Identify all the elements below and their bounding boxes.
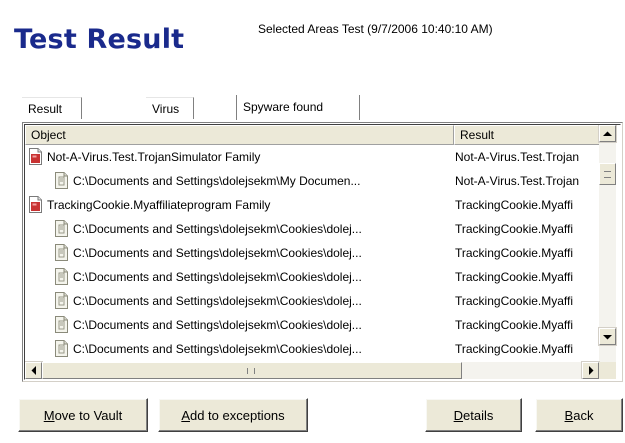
object-text: C:\Documents and Settings\dolejsekm\Cook… [73,270,362,284]
back-button[interactable]: Back [535,398,623,432]
add-to-exceptions-accel: A [181,407,190,423]
result-cell: TrackingCookie.Myaffi [455,294,574,308]
blank-document-icon [54,340,69,358]
object-cell: C:\Documents and Settings\dolejsekm\Cook… [25,289,482,313]
details-button[interactable]: Details [425,398,522,432]
result-cell: Not-A-Virus.Test.Trojan [455,174,580,188]
object-cell: C:\Documents and Settings\dolejsekm\Cook… [25,241,482,265]
list-rows: Not-A-Virus.Test.TrojanSimulator Family N… [25,145,599,362]
move-to-vault-button[interactable]: Move to Vault [18,398,148,432]
details-accel: D [453,407,464,423]
object-text: C:\Documents and Settings\dolejsekm\Cook… [73,222,362,236]
add-to-exceptions-button[interactable]: Add to exceptions [158,398,308,432]
page-title: Test Result [14,24,185,55]
object-text: C:\Documents and Settings\dolejsekm\Cook… [73,318,362,332]
tab-result-overview[interactable]: Result overview [22,97,83,138]
object-cell: C:\Documents and Settings\dolejsekm\Cook… [25,337,482,361]
result-cell: TrackingCookie.Myaffi [455,270,574,284]
result-cell: TrackingCookie.Myaffi [455,246,574,260]
table-row[interactable]: C:\Documents and Settings\dolejsekm\My D… [25,169,599,193]
blank-document-icon [54,220,69,238]
table-row[interactable]: C:\Documents and Settings\dolejsekm\Cook… [25,337,599,361]
object-text: Not-A-Virus.Test.TrojanSimulator Family [47,150,261,164]
scrollbar-corner [599,362,616,379]
vertical-scroll-thumb[interactable] [599,163,616,185]
vertical-scrollbar[interactable] [598,125,617,362]
scroll-down-arrow-icon[interactable] [598,327,617,346]
object-text: C:\Documents and Settings\dolejsekm\Cook… [73,246,362,260]
move-to-vault-accel: M [43,407,55,423]
details-label: etails [463,407,494,423]
table-row[interactable]: C:\Documents and Settings\dolejsekm\Cook… [25,217,599,241]
object-cell: Not-A-Virus.Test.TrojanSimulator Family [25,145,456,169]
result-cell: TrackingCookie.Myaffi [455,222,574,236]
scroll-left-arrow-icon[interactable] [25,361,43,379]
table-row[interactable]: C:\Documents and Settings\dolejsekm\Cook… [25,265,599,289]
table-row[interactable]: TrackingCookie.Myaffiliateprogram Family… [25,193,599,217]
object-cell: C:\Documents and Settings\dolejsekm\Cook… [25,313,482,337]
table-row[interactable]: Not-A-Virus.Test.TrojanSimulator Family N… [25,145,599,169]
blank-document-icon [54,244,69,262]
back-label: ack [573,407,594,423]
horizontal-scrollbar[interactable] [25,361,600,379]
table-row[interactable]: C:\Documents and Settings\dolejsekm\Cook… [25,241,599,265]
list-header: Object Result [25,125,620,145]
object-text: TrackingCookie.Myaffiliateprogram Family [47,198,271,212]
object-cell: TrackingCookie.Myaffiliateprogram Family [25,193,456,217]
result-cell: TrackingCookie.Myaffi [455,342,574,356]
object-cell: C:\Documents and Settings\dolejsekm\My D… [25,169,482,193]
table-row[interactable]: C:\Documents and Settings\dolejsekm\Cook… [25,289,599,313]
blank-document-icon [54,268,69,286]
object-text: C:\Documents and Settings\dolejsekm\Cook… [73,294,362,308]
column-header-result[interactable]: Result [454,125,600,145]
scroll-right-arrow-icon[interactable] [581,361,600,379]
result-cell: TrackingCookie.Myaffi [455,318,574,332]
object-cell: C:\Documents and Settings\dolejsekm\Cook… [25,265,482,289]
blank-document-icon [54,172,69,190]
object-text: C:\Documents and Settings\dolejsekm\My D… [73,174,361,188]
red-document-icon [28,196,43,214]
object-text: C:\Documents and Settings\dolejsekm\Cook… [73,342,362,356]
scroll-up-arrow-icon[interactable] [598,125,617,143]
column-header-object[interactable]: Object [25,125,454,145]
horizontal-scroll-thumb[interactable] [42,362,462,379]
result-cell: Not-A-Virus.Test.Trojan [455,150,580,164]
red-document-icon [28,148,43,166]
test-subtitle: Selected Areas Test (9/7/2006 10:40:10 A… [258,22,493,36]
move-to-vault-label: ove to Vault [54,407,123,423]
back-accel: B [564,407,574,423]
object-cell: C:\Documents and Settings\dolejsekm\Cook… [25,217,482,241]
tab-spyware-found[interactable]: Spyware found [236,94,360,120]
tab-virus-results[interactable]: Virus results [146,97,195,138]
blank-document-icon [54,292,69,310]
spyware-list: Object Result Not-A-Virus.Test.TrojanSim… [22,122,623,382]
add-to-exceptions-label: dd to exceptions [189,407,285,423]
blank-document-icon [54,316,69,334]
table-row[interactable]: C:\Documents and Settings\dolejsekm\Cook… [25,313,599,337]
result-cell: TrackingCookie.Myaffi [455,198,574,212]
